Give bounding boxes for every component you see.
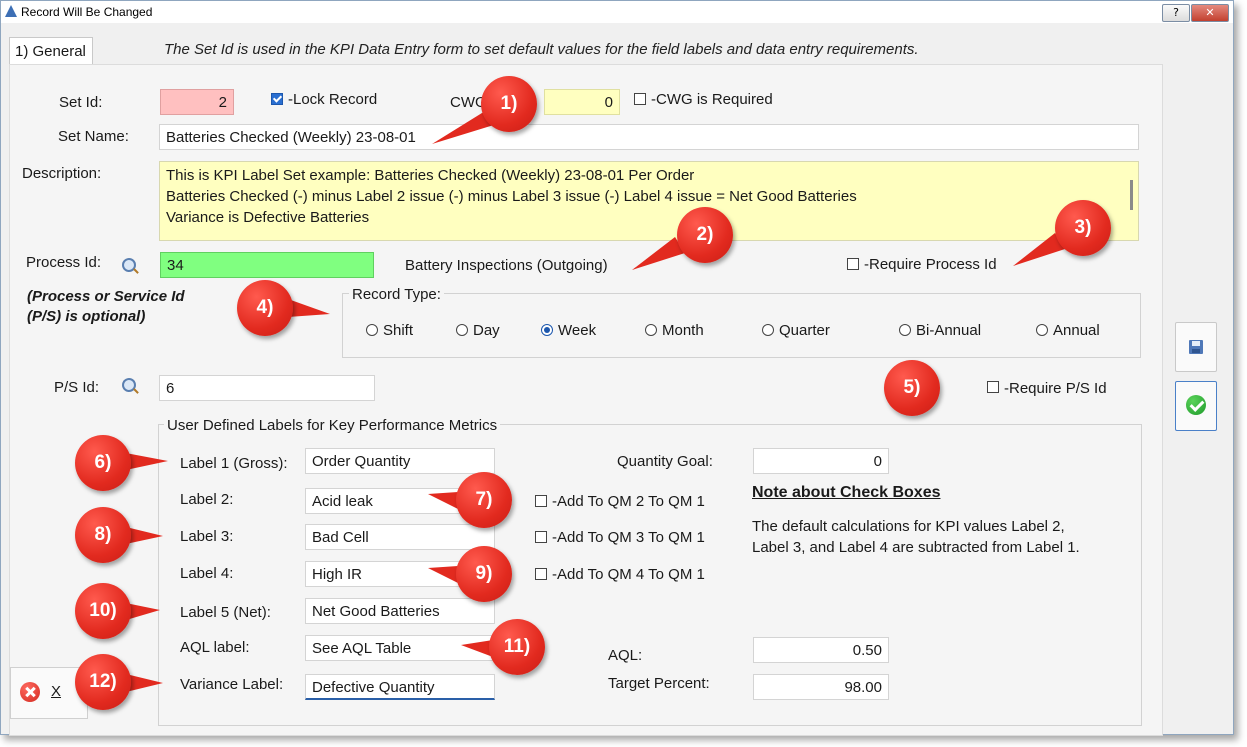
tab-general-label: 1) General [15, 43, 86, 60]
process-id-label: Process Id: [26, 254, 102, 271]
require-process-checkbox[interactable] [847, 258, 859, 270]
description-label: Description: [22, 165, 102, 182]
description-line: This is KPI Label Set example: Batteries… [166, 167, 695, 184]
ok-button[interactable] [1175, 381, 1217, 431]
label3-input[interactable]: Bad Cell [305, 524, 495, 550]
radio-month[interactable] [645, 324, 657, 336]
radio-week[interactable] [541, 324, 553, 336]
metrics-group-title: User Defined Labels for Key Performance … [164, 417, 501, 434]
cancel-x-icon [20, 682, 40, 702]
help-button[interactable]: ? [1162, 4, 1190, 22]
note-line1: The default calculations for KPI values … [752, 518, 1065, 535]
lock-record-checkbox[interactable] [271, 93, 283, 105]
quantity-goal-label: Quantity Goal: [617, 453, 713, 470]
qm3-checkbox[interactable] [535, 531, 547, 543]
aql-number-label: AQL: [608, 647, 643, 664]
target-percent-input[interactable]: 98.00 [753, 674, 889, 700]
radio-day-label: Day [473, 322, 500, 339]
app-logo-icon [5, 5, 17, 17]
aql-caption: AQL label: [180, 639, 250, 656]
tab-general[interactable]: 1) General [9, 37, 93, 66]
title-bar: Record Will Be Changed ? ✕ [1, 1, 1233, 23]
radio-day[interactable] [456, 324, 468, 336]
qm4-checkbox[interactable] [535, 568, 547, 580]
require-ps-checkbox[interactable] [987, 381, 999, 393]
callout-5: 5) [884, 360, 940, 416]
description-textarea[interactable]: This is KPI Label Set example: Batteries… [159, 161, 1139, 241]
radio-annual-label: Annual [1053, 322, 1100, 339]
description-line: Variance is Defective Batteries [166, 209, 370, 226]
callout-9: 9) [456, 546, 512, 602]
lock-record-label: -Lock Record [288, 91, 378, 108]
callout-1: 1) [481, 76, 537, 132]
target-percent-label: Target Percent: [608, 675, 710, 692]
ps-lookup-icon[interactable] [122, 378, 136, 392]
ps-optional-note-line2: (P/S) is optional) [27, 308, 146, 325]
radio-bi-annual-label: Bi-Annual [916, 322, 982, 339]
ps-id-label: P/S Id: [54, 379, 100, 396]
close-button[interactable]: ✕ [1191, 4, 1229, 22]
tab-description: The Set Id is used in the KPI Data Entry… [164, 41, 919, 58]
set-name-input[interactable]: Batteries Checked (Weekly) 23-08-01 [159, 124, 1139, 150]
label1-input[interactable]: Order Quantity [305, 448, 495, 474]
radio-shift[interactable] [366, 324, 378, 336]
callout-2: 2) [677, 207, 733, 263]
radio-quarter-label: Quarter [779, 322, 830, 339]
label2-caption: Label 2: [180, 491, 234, 508]
process-id-input[interactable]: 34 [160, 252, 374, 278]
variance-label-input[interactable]: Defective Quantity [305, 674, 495, 700]
callout-10: 10) [75, 583, 131, 639]
callout-12: 12) [75, 654, 131, 710]
callout-8: 8) [75, 507, 131, 563]
ps-optional-note-line1: (Process or Service Id [27, 288, 185, 305]
window-title: Record Will Be Changed [21, 5, 153, 19]
description-line: Batteries Checked (-) minus Label 2 issu… [166, 188, 857, 205]
floppy-disk-icon [1189, 340, 1203, 354]
require-process-label: -Require Process Id [864, 256, 997, 273]
label5-input[interactable]: Net Good Batteries [305, 598, 495, 624]
cwg-input[interactable]: 0 [544, 89, 620, 115]
description-scrollbar[interactable] [1130, 180, 1133, 210]
cwg-required-checkbox[interactable] [634, 93, 646, 105]
callout-3: 3) [1055, 200, 1111, 256]
radio-bi-annual[interactable] [899, 324, 911, 336]
callout-11: 11) [489, 619, 545, 675]
qm4-label: -Add To QM 4 To QM 1 [552, 566, 705, 583]
radio-annual[interactable] [1036, 324, 1048, 336]
variance-caption: Variance Label: [180, 676, 284, 693]
radio-shift-label: Shift [383, 322, 414, 339]
radio-week-label: Week [558, 322, 597, 339]
callout-4: 4) [237, 280, 293, 336]
cancel-button-label: X [51, 683, 62, 700]
set-name-label: Set Name: [58, 128, 129, 145]
process-lookup-icon[interactable] [122, 258, 136, 272]
aql-number-input[interactable]: 0.50 [753, 637, 889, 663]
quantity-goal-input[interactable]: 0 [753, 448, 889, 474]
callout-6: 6) [75, 435, 131, 491]
label5-caption: Label 5 (Net): [180, 604, 271, 621]
qm2-checkbox[interactable] [535, 495, 547, 507]
ps-id-input[interactable]: 6 [159, 375, 375, 401]
qm3-label: -Add To QM 3 To QM 1 [552, 529, 705, 546]
radio-quarter[interactable] [762, 324, 774, 336]
callout-7: 7) [456, 472, 512, 528]
aql-label-input[interactable]: See AQL Table [305, 635, 495, 661]
record-type-label: Record Type: [349, 286, 444, 303]
process-name: Battery Inspections (Outgoing) [405, 257, 608, 274]
label1-caption: Label 1 (Gross): [180, 455, 288, 472]
set-id-label: Set Id: [59, 94, 103, 111]
save-button[interactable] [1175, 322, 1217, 372]
label3-caption: Label 3: [180, 528, 234, 545]
checkmark-icon [1186, 395, 1206, 415]
qm2-label: -Add To QM 2 To QM 1 [552, 493, 705, 510]
require-ps-label: -Require P/S Id [1004, 380, 1107, 397]
label4-caption: Label 4: [180, 565, 234, 582]
note-title: Note about Check Boxes [752, 484, 941, 501]
cwg-required-label: -CWG is Required [651, 91, 773, 108]
set-id-input[interactable]: 2 [160, 89, 234, 115]
radio-month-label: Month [662, 322, 704, 339]
note-line2: Label 3, and Label 4 are subtracted from… [752, 539, 1080, 556]
